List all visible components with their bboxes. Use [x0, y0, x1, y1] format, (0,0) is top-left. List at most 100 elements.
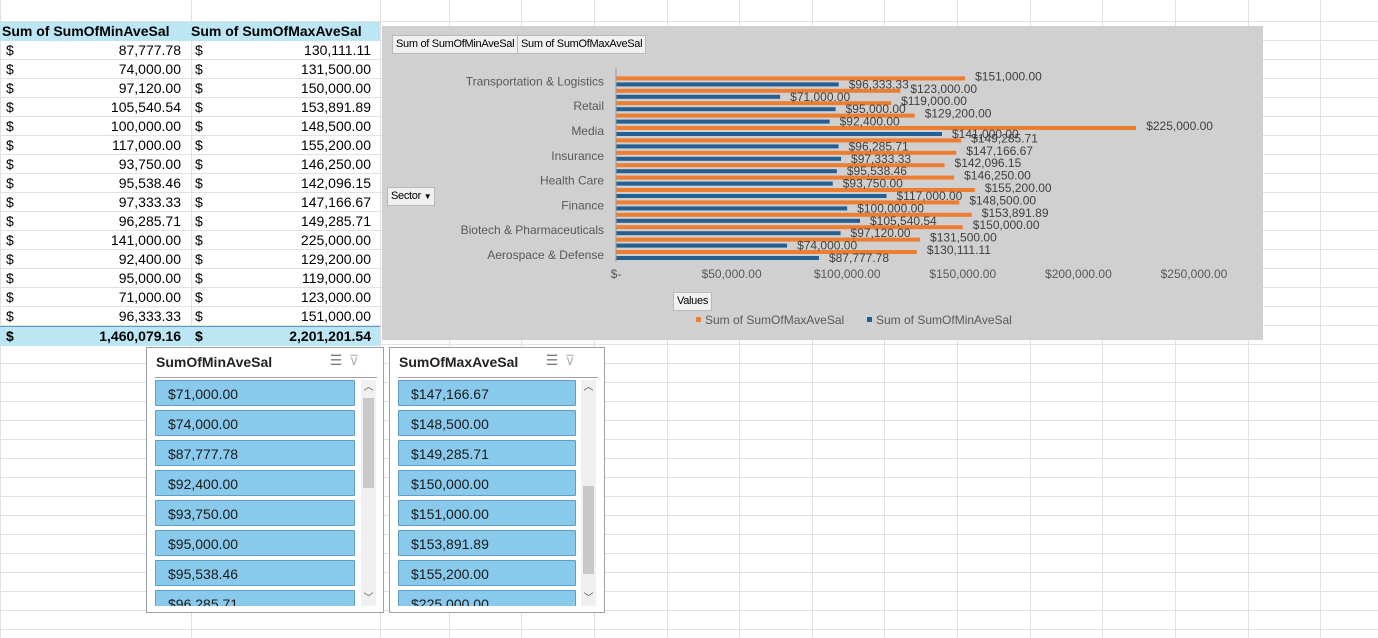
- slicer-item[interactable]: $153,891.89: [398, 530, 576, 556]
- pivot-row[interactable]: $87,777.78 $130,111.11: [0, 41, 380, 60]
- currency-symbol[interactable]: $: [6, 60, 14, 79]
- pivot-cell-min[interactable]: 105,540.54: [111, 98, 181, 117]
- pivot-cell-min[interactable]: 141,000.00: [111, 231, 181, 250]
- currency-symbol[interactable]: $: [6, 174, 14, 193]
- grand-total-max[interactable]: 2,201,201.54: [289, 327, 371, 346]
- pivot-row[interactable]: $95,538.46 $142,096.15: [0, 174, 380, 193]
- currency-symbol[interactable]: $: [6, 250, 14, 269]
- currency-symbol[interactable]: $: [6, 79, 14, 98]
- pivot-cell-max[interactable]: 155,200.00: [301, 136, 371, 155]
- slicer-item[interactable]: $148,500.00: [398, 410, 576, 436]
- pivot-header-min[interactable]: Sum of SumOfMinAveSal: [2, 22, 170, 41]
- currency-symbol[interactable]: $: [6, 327, 14, 346]
- multi-select-icon[interactable]: ☰: [543, 352, 561, 369]
- slicer-item[interactable]: $155,200.00: [398, 560, 576, 586]
- currency-symbol[interactable]: $: [195, 288, 203, 307]
- pivot-cell-max[interactable]: 153,891.89: [301, 98, 371, 117]
- currency-symbol[interactable]: $: [195, 41, 203, 60]
- currency-symbol[interactable]: $: [195, 79, 203, 98]
- pivot-chart[interactable]: Sum of SumOfMinAveSal Sum of SumOfMaxAve…: [382, 26, 1263, 340]
- slicer-item[interactable]: $96,285.71: [155, 590, 355, 606]
- pivot-row[interactable]: $97,333.33 $147,166.67: [0, 193, 380, 212]
- currency-symbol[interactable]: $: [195, 250, 203, 269]
- pivot-cell-min[interactable]: 96,333.33: [119, 307, 181, 326]
- slicer-item[interactable]: $95,000.00: [155, 530, 355, 556]
- slicer-item[interactable]: $147,166.67: [398, 380, 576, 406]
- pivot-row[interactable]: $141,000.00 $225,000.00: [0, 231, 380, 250]
- scroll-thumb[interactable]: [583, 486, 594, 574]
- currency-symbol[interactable]: $: [6, 288, 14, 307]
- slicer-min-ave-sal[interactable]: SumOfMinAveSal ☰ ⊽ $71,000.00 $74,000.00 $8…: [146, 347, 384, 613]
- pivot-header-row[interactable]: Sum of SumOfMinAveSal Sum of SumOfMaxAve…: [0, 22, 380, 41]
- pivot-row[interactable]: $96,333.33 $151,000.00: [0, 307, 380, 326]
- slicer-item[interactable]: $95,538.46: [155, 560, 355, 586]
- currency-symbol[interactable]: $: [6, 98, 14, 117]
- scroll-up-icon[interactable]: ︿: [361, 380, 376, 395]
- pivot-row[interactable]: $74,000.00 $131,500.00: [0, 60, 380, 79]
- currency-symbol[interactable]: $: [195, 269, 203, 288]
- currency-symbol[interactable]: $: [6, 269, 14, 288]
- clear-filter-icon[interactable]: ⊽: [345, 352, 363, 369]
- pivot-row[interactable]: $93,750.00 $146,250.00: [0, 155, 380, 174]
- multi-select-icon[interactable]: ☰: [327, 352, 345, 369]
- pivot-cell-max[interactable]: 123,000.00: [301, 288, 371, 307]
- pivot-cell-max[interactable]: 129,200.00: [301, 250, 371, 269]
- pivot-cell-min[interactable]: 87,777.78: [119, 41, 181, 60]
- scroll-down-icon[interactable]: ﹀: [361, 591, 376, 606]
- pivot-cell-min[interactable]: 71,000.00: [119, 288, 181, 307]
- slicer-min-scrollbar[interactable]: ︿ ﹀: [361, 380, 376, 606]
- currency-symbol[interactable]: $: [195, 60, 203, 79]
- pivot-row[interactable]: $71,000.00 $123,000.00: [0, 288, 380, 307]
- slicer-item[interactable]: $87,777.78: [155, 440, 355, 466]
- scroll-up-icon[interactable]: ︿: [581, 380, 596, 395]
- currency-symbol[interactable]: $: [6, 155, 14, 174]
- slicer-max-items[interactable]: $147,166.67 $148,500.00 $149,285.71 $150,00…: [398, 380, 576, 606]
- currency-symbol[interactable]: $: [6, 41, 14, 60]
- pivot-row[interactable]: $105,540.54 $153,891.89: [0, 98, 380, 117]
- pivot-row[interactable]: $100,000.00 $148,500.00: [0, 117, 380, 136]
- pivot-cell-min[interactable]: 95,538.46: [119, 174, 181, 193]
- pivot-row[interactable]: $96,285.71 $149,285.71: [0, 212, 380, 231]
- pivot-cell-min[interactable]: 97,120.00: [119, 79, 181, 98]
- slicer-item[interactable]: $149,285.71: [398, 440, 576, 466]
- pivot-cell-min[interactable]: 117,000.00: [112, 136, 181, 155]
- pivot-cell-max[interactable]: 149,285.71: [301, 212, 371, 231]
- currency-symbol[interactable]: $: [6, 212, 14, 231]
- currency-symbol[interactable]: $: [6, 117, 14, 136]
- pivot-header-max[interactable]: Sum of SumOfMaxAveSal: [191, 22, 362, 41]
- pivot-cell-max[interactable]: 148,500.00: [301, 117, 371, 136]
- pivot-cell-max[interactable]: 131,500.00: [301, 60, 371, 79]
- slicer-item[interactable]: $71,000.00: [155, 380, 355, 406]
- slicer-item[interactable]: $93,750.00: [155, 500, 355, 526]
- grand-total-min[interactable]: 1,460,079.16: [99, 327, 181, 346]
- slicer-item[interactable]: $225,000.00: [398, 590, 576, 606]
- currency-symbol[interactable]: $: [195, 307, 203, 326]
- currency-symbol[interactable]: $: [6, 307, 14, 326]
- currency-symbol[interactable]: $: [195, 117, 203, 136]
- scroll-thumb[interactable]: [363, 398, 374, 488]
- currency-symbol[interactable]: $: [195, 212, 203, 231]
- pivot-cell-min[interactable]: 100,000.00: [111, 117, 181, 136]
- slicer-item[interactable]: $151,000.00: [398, 500, 576, 526]
- scroll-down-icon[interactable]: ﹀: [581, 591, 596, 606]
- pivot-cell-max[interactable]: 151,000.00: [301, 307, 371, 326]
- pivot-cell-max[interactable]: 225,000.00: [301, 231, 371, 250]
- currency-symbol[interactable]: $: [195, 327, 203, 346]
- slicer-item[interactable]: $150,000.00: [398, 470, 576, 496]
- currency-symbol[interactable]: $: [195, 98, 203, 117]
- pivot-cell-min[interactable]: 74,000.00: [119, 60, 181, 79]
- slicer-item[interactable]: $74,000.00: [155, 410, 355, 436]
- pivot-cell-max[interactable]: 150,000.00: [301, 79, 371, 98]
- pivot-cell-max[interactable]: 142,096.15: [301, 174, 371, 193]
- currency-symbol[interactable]: $: [195, 136, 203, 155]
- pivot-cell-min[interactable]: 93,750.00: [119, 155, 181, 174]
- pivot-row[interactable]: $95,000.00 $119,000.00: [0, 269, 380, 288]
- pivot-cell-min[interactable]: 97,333.33: [119, 193, 181, 212]
- pivot-row[interactable]: $92,400.00 $129,200.00: [0, 250, 380, 269]
- pivot-cell-max[interactable]: 119,000.00: [302, 269, 371, 288]
- slicer-max-ave-sal[interactable]: SumOfMaxAveSal ☰ ⊽ $147,166.67 $148,500.00…: [389, 347, 605, 613]
- currency-symbol[interactable]: $: [6, 231, 14, 250]
- pivot-cell-max[interactable]: 147,166.67: [301, 193, 371, 212]
- currency-symbol[interactable]: $: [195, 174, 203, 193]
- slicer-max-scrollbar[interactable]: ︿ ﹀: [581, 380, 596, 606]
